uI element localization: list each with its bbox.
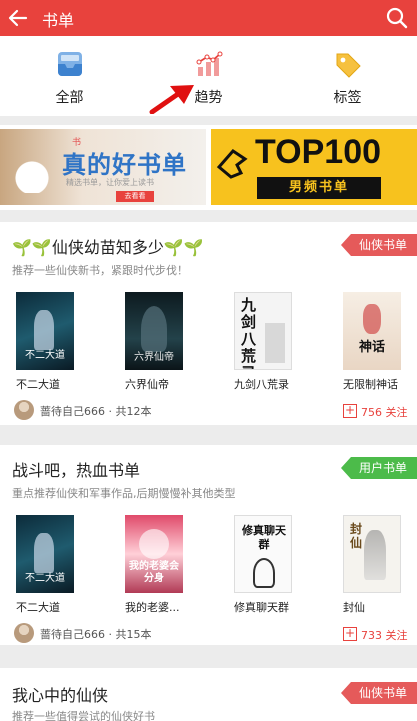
follow-count: 756 关注 — [361, 406, 408, 419]
avatar — [14, 623, 34, 643]
annotation-arrow-icon — [149, 85, 194, 114]
banner-subtext: 男频书单 — [257, 177, 381, 199]
book-cover: 我的老婆会分身 — [125, 515, 183, 593]
booklist-tag[interactable]: 仙侠书单 — [340, 682, 417, 704]
banner-headline: 真的好书单 — [62, 151, 187, 179]
book-title: 我的老婆... — [125, 601, 180, 614]
logo-mark-icon — [216, 149, 248, 179]
booklist-title: 🌱🌱仙侠幼苗知多少🌱🌱 — [12, 238, 204, 257]
book-title: 不二大道 — [16, 378, 60, 391]
book-title: 九剑八荒录 — [234, 378, 289, 391]
booklist-card[interactable]: 🌱🌱仙侠幼苗知多少🌱🌱 仙侠书单 推荐一些仙侠新书，紧跟时代步伐！ 不二大道 不… — [0, 222, 417, 425]
inbox-icon — [57, 52, 82, 76]
sprout-icon: 🌱🌱 — [12, 238, 52, 257]
sprout-icon: 🌱🌱 — [163, 238, 204, 257]
banner-top100[interactable]: TOP100 男频书单 — [211, 129, 417, 205]
plus-icon: + — [343, 403, 357, 418]
book-title: 封仙 — [343, 601, 365, 614]
trend-chart-icon — [196, 51, 222, 76]
booklist-description: 重点推荐仙侠和军事作品,后期慢慢补其他类型 — [12, 487, 236, 500]
book-row: 不二大道 不二大道 我的老婆会分身 我的老婆... 修真聊天群 修真聊天群 封仙… — [0, 515, 417, 635]
book-title: 不二大道 — [16, 601, 60, 614]
book-cover: 神话 — [343, 292, 401, 370]
avatar — [14, 400, 34, 420]
owner-text: 蔷待自己666 · 共15本 — [40, 628, 152, 641]
booklist-title: 战斗吧，热血书单 — [12, 461, 141, 480]
booklist-tag[interactable]: 用户书单 — [340, 457, 417, 479]
banner-subtext: 精选书单，让你爱上读书 — [66, 178, 154, 187]
book-cover: 六界仙帝 — [125, 292, 183, 370]
book-cover: 九剑八荒录 — [234, 292, 292, 370]
category-label: 全部 — [55, 90, 84, 106]
book-cover: 不二大道 — [16, 515, 74, 593]
book-title: 六界仙帝 — [125, 378, 169, 391]
book-cover: 不二大道 — [16, 292, 74, 370]
tag-icon — [336, 53, 361, 78]
book-title: 无限制神话 — [343, 378, 398, 391]
category-tags[interactable]: 标签 — [278, 36, 417, 116]
book-cover: 修真聊天群 — [234, 515, 292, 593]
banner-carousel: 书 真的好书单 精选书单，让你爱上读书 去看看 TOP100 男频书单 — [0, 125, 417, 210]
booklist-card[interactable]: 我心中的仙侠 仙侠书单 推荐一些值得尝试的仙侠好书 — [0, 668, 417, 721]
plus-icon: + — [343, 626, 357, 641]
search-icon[interactable] — [385, 6, 409, 30]
banner-headline: TOP100 — [255, 133, 382, 171]
plant-pot-image — [12, 143, 52, 193]
book-cover: 封仙 — [343, 515, 401, 593]
page-title: 书单 — [42, 11, 75, 30]
follow-button[interactable]: + 733 关注 — [343, 625, 408, 645]
owner-text: 蔷待自己666 · 共12本 — [40, 405, 152, 418]
follow-count: 733 关注 — [361, 629, 408, 642]
booklist-title: 我心中的仙侠 — [12, 686, 109, 705]
book-row: 不二大道 不二大道 六界仙帝 六界仙帝 九剑八荒录 九剑八荒录 神话 无限制神话 — [0, 292, 417, 412]
banner-button[interactable]: 去看看 — [116, 191, 154, 202]
booklist-description: 推荐一些仙侠新书，紧跟时代步伐！ — [12, 264, 188, 277]
app-header: 书单 — [0, 0, 417, 36]
category-label: 标签 — [333, 90, 362, 106]
book-title: 修真聊天群 — [234, 601, 289, 614]
banner-good-booklists[interactable]: 书 真的好书单 精选书单，让你爱上读书 去看看 — [0, 129, 206, 205]
back-arrow-icon[interactable] — [6, 6, 30, 30]
follow-button[interactable]: + 756 关注 — [343, 402, 408, 422]
category-all[interactable]: 全部 — [0, 36, 139, 116]
booklist-tag[interactable]: 仙侠书单 — [340, 234, 417, 256]
booklist-description: 推荐一些值得尝试的仙侠好书 — [12, 710, 155, 721]
category-nav: 全部 趋势 标签 — [0, 36, 417, 116]
booklist-card[interactable]: 战斗吧，热血书单 用户书单 重点推荐仙侠和军事作品,后期慢慢补其他类型 不二大道… — [0, 445, 417, 645]
